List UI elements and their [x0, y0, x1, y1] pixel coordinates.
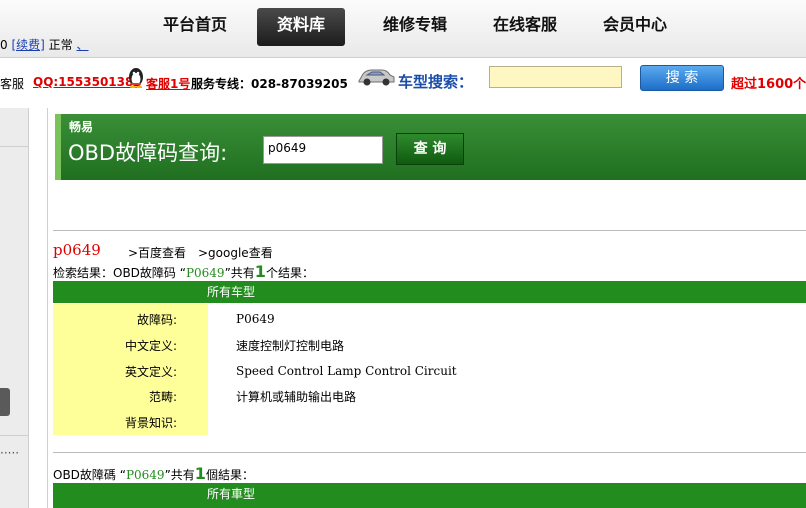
nav-home[interactable]: 平台首页 [150, 8, 240, 46]
hotline-text: 服务专线：028-87039205 [191, 77, 348, 91]
top-navigation-bar: 平台首页 资料库 维修专辑 在线客服 会员中心 0 [续费] 正常 、 [0, 0, 806, 58]
baidu-link[interactable]: >百度查看 [128, 244, 186, 261]
panel-divider-2 [0, 435, 28, 436]
panel-divider [0, 146, 28, 147]
over-count-text: 超过1600个 [731, 77, 806, 92]
service-search-row: 客服 QQ:1553501388 客服1号 服务专线：028-87039205 … [0, 58, 806, 104]
main-left-border [47, 108, 48, 508]
summary-mid: ”共有 [224, 266, 255, 280]
query-button[interactable]: 查 询 [396, 133, 464, 165]
label-english-def: 英文定义: [124, 365, 177, 379]
status-text: 正常 [48, 38, 73, 52]
section-divider-2 [53, 452, 806, 453]
nav-online-service[interactable]: 在线客服 [480, 8, 570, 46]
account-status: 0 [续费] 正常 、 [0, 36, 89, 53]
result-code: p0649 [53, 241, 101, 259]
summary-count: 1 [254, 262, 266, 281]
all-models-header: 所有车型 [53, 281, 806, 303]
section-divider [53, 230, 806, 231]
renew-link[interactable]: [续费] [11, 38, 44, 52]
summary-prefix: 检索结果：OBD故障码 “ [53, 266, 186, 280]
label-category: 范畴: [148, 390, 177, 404]
service-label: 客服 [0, 77, 25, 91]
label-chinese-def: 中文定义: [124, 339, 177, 353]
obd-title: OBD故障码查询: [68, 141, 228, 165]
status-prefix: 0 [0, 38, 8, 52]
status-trail-link[interactable]: 、 [77, 38, 89, 52]
result2-mid: ”共有 [164, 468, 195, 482]
label-background: 背景知识: [124, 416, 177, 430]
kefu-link[interactable]: 客服1号 [146, 75, 190, 92]
result-summary: 检索结果：OBD故障码 “P0649”共有1个结果： [53, 262, 314, 281]
qq-penguin-icon[interactable] [126, 66, 146, 88]
summary-suffix: 个结果： [265, 266, 314, 280]
all-models-header-traditional: 所有車型 [53, 483, 806, 508]
obd-code-input[interactable]: p0649 [263, 136, 383, 164]
left-side-panel: ····· [0, 108, 29, 508]
car-search-input[interactable] [489, 66, 622, 88]
banner-accent [55, 114, 61, 180]
header2-text: 所有車型 [207, 487, 256, 501]
header-text: 所有车型 [207, 285, 256, 299]
value-chinese-def: 速度控制灯控制电路 [236, 339, 345, 353]
result2-count: 1 [194, 464, 206, 483]
result2-suffix: 個結果： [205, 468, 254, 482]
value-code: P0649 [236, 312, 275, 326]
result2-prefix: OBD故障碼 “ [53, 468, 126, 482]
result2-summary: OBD故障碼 “P0649”共有1個結果： [53, 464, 254, 483]
car-icon [358, 69, 395, 86]
label-code: 故障码: [136, 313, 177, 327]
car-search-label: 车型搜索： [398, 73, 474, 91]
more-icon[interactable]: ····· [0, 446, 19, 460]
result2-code: P0649 [125, 468, 165, 482]
value-english-def: Speed Control Lamp Control Circuit [236, 364, 457, 378]
panel-toggle-button[interactable] [0, 388, 10, 416]
nav-member-center[interactable]: 会员中心 [590, 8, 680, 46]
search-button[interactable]: 搜 索 [640, 65, 724, 91]
brand-label: 畅易 [69, 120, 94, 134]
summary-code: P0649 [185, 266, 225, 280]
value-category: 计算机或辅助输出电路 [236, 390, 357, 404]
nav-library[interactable]: 资料库 [257, 8, 345, 46]
google-link[interactable]: >google查看 [198, 244, 273, 261]
nav-repair-album[interactable]: 维修专辑 [370, 8, 460, 46]
